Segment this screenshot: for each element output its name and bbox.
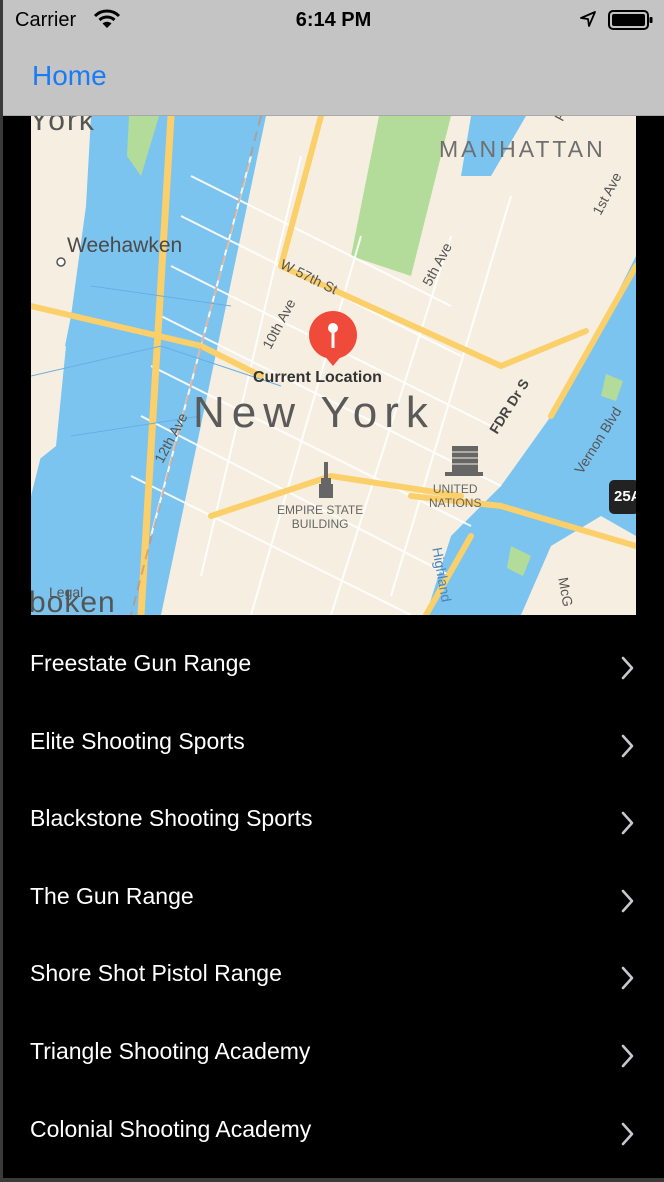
list-item-label: Colonial Shooting Academy <box>30 1115 312 1142</box>
navigation-bar: Home <box>3 40 664 116</box>
empire-state-line2: BUILDING <box>291 517 349 531</box>
chevron-right-icon <box>621 1122 635 1151</box>
list-item[interactable]: The Gun Range <box>3 859 664 937</box>
route-shield-icon: 25A <box>609 480 636 514</box>
location-arrow-icon <box>579 10 597 33</box>
status-bar: Carrier 6:14 PM <box>3 0 664 40</box>
list-item[interactable]: Blackstone Shooting Sports <box>3 781 664 859</box>
list-item-label: Blackstone Shooting Sports <box>30 805 313 832</box>
list-item[interactable]: Freestate Gun Range <box>3 626 664 704</box>
battery-icon <box>608 9 654 36</box>
map-label-new-york-partial: York <box>31 116 96 137</box>
un-line1: UNITED <box>432 482 478 496</box>
list-item[interactable]: Elite Shooting Sports <box>3 704 664 782</box>
list-item[interactable]: Shore Shot Pistol Range <box>3 936 664 1014</box>
chevron-right-icon <box>621 1044 635 1073</box>
list-item-label: Elite Shooting Sports <box>30 727 245 754</box>
map-label-manhattan: MANHATTAN <box>439 136 606 162</box>
list-item-label: The Gun Range <box>30 882 194 909</box>
status-time: 6:14 PM <box>295 9 372 31</box>
chevron-right-icon <box>621 966 635 995</box>
map-label-weehawken: Weehawken <box>67 234 183 257</box>
chevron-right-icon <box>621 889 635 918</box>
chevron-right-icon <box>621 811 635 840</box>
map-graphic <box>31 116 636 615</box>
chevron-right-icon <box>621 734 635 763</box>
map-view[interactable]: York MANHATTAN Weehawken W 57th St 5th A… <box>31 116 636 615</box>
map-label-empire-state: EMPIRE STATE BUILDING <box>277 503 363 531</box>
current-location-label: Current Location <box>253 369 382 386</box>
window-edge-bottom <box>0 1178 664 1182</box>
map-legal-link[interactable]: Legal <box>49 584 83 600</box>
un-line2: NATIONS <box>429 496 482 510</box>
chevron-right-icon <box>621 656 635 685</box>
list-item[interactable]: Colonial Shooting Academy <box>3 1092 664 1170</box>
list-item-label: Shore Shot Pistol Range <box>30 960 282 987</box>
map-label-new-york: New York <box>193 388 435 437</box>
list-item[interactable]: Triangle Shooting Academy <box>3 1014 664 1092</box>
map-label-united-nations: UNITED NATIONS <box>429 482 481 510</box>
home-back-button[interactable]: Home <box>32 60 107 92</box>
list-item-label: Freestate Gun Range <box>30 650 252 676</box>
empire-state-line1: EMPIRE STATE <box>277 503 364 517</box>
list-item-label: Triangle Shooting Academy <box>30 1037 311 1064</box>
range-list: Freestate Gun Range Elite Shooting Sport… <box>3 626 664 1169</box>
